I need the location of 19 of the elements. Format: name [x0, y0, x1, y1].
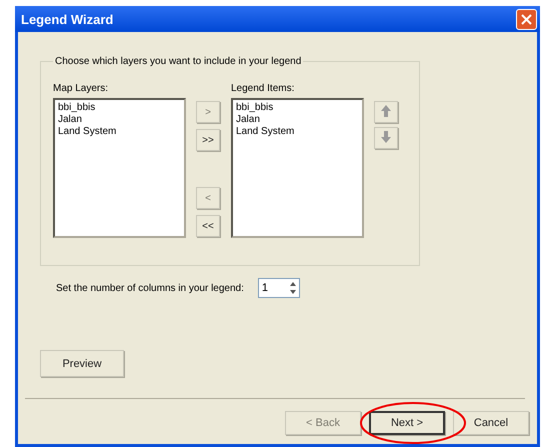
- list-item[interactable]: Jalan: [236, 114, 359, 126]
- transfer-button[interactable]: <<: [196, 215, 220, 237]
- window-title: Legend Wizard: [21, 12, 114, 26]
- nav-button[interactable]: Cancel: [453, 411, 529, 435]
- list-item[interactable]: bbi_bbis: [58, 102, 181, 114]
- columns-label: Set the number of columns in your legend:: [56, 282, 244, 294]
- list-label: Legend Items:: [231, 83, 296, 94]
- columns-spinner[interactable]: 1: [258, 278, 300, 298]
- group-label: Choose which layers you want to include in your legend: [54, 56, 302, 67]
- transfer-button[interactable]: >>: [196, 129, 220, 151]
- list-item[interactable]: Land System: [58, 126, 181, 138]
- nav-button[interactable]: Next >: [369, 411, 445, 435]
- list-item[interactable]: bbi_bbis: [236, 102, 359, 114]
- preview-button[interactable]: Preview: [40, 350, 124, 377]
- legend-items-list[interactable]: bbi_bbis Jalan Land System: [231, 98, 364, 238]
- list-item[interactable]: Jalan: [58, 114, 181, 126]
- map-layers-list[interactable]: bbi_bbis Jalan Land System: [53, 98, 186, 238]
- list-label: Map Layers:: [53, 83, 110, 94]
- list-item[interactable]: Land System: [236, 126, 359, 138]
